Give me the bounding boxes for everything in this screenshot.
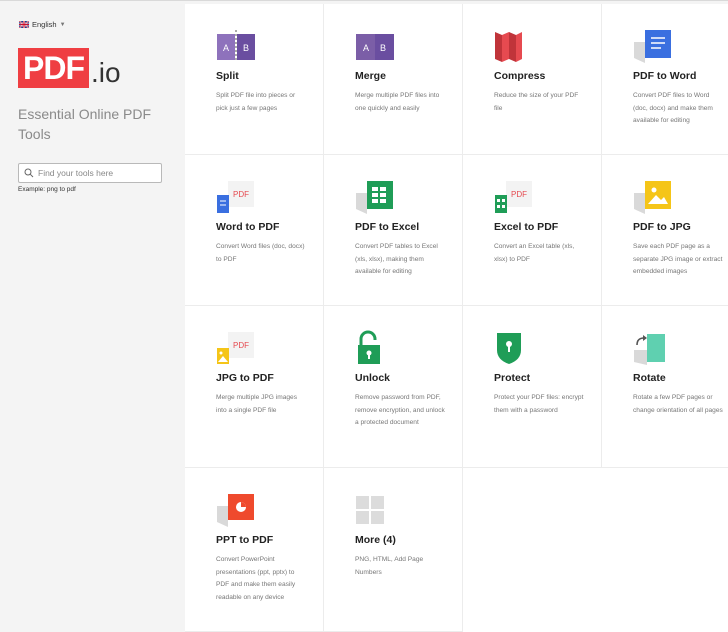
chevron-down-icon: ▼ bbox=[59, 21, 66, 28]
tool-merge[interactable]: A B Merge Merge multiple PDF files into … bbox=[324, 4, 463, 155]
search-input[interactable] bbox=[38, 168, 156, 178]
tool-jpg-to-pdf[interactable]: PDF JPG to PDF Merge multiple JPG images… bbox=[185, 306, 324, 468]
tool-name: Unlock bbox=[355, 372, 391, 384]
tool-name: PDF to Word bbox=[633, 70, 697, 82]
tool-name: Protect bbox=[494, 372, 531, 384]
tool-excel-to-pdf[interactable]: PDF Excel to PDF Convert an Excel table … bbox=[463, 155, 602, 306]
tool-split[interactable]: A B Split Split PDF file into pieces or … bbox=[185, 4, 324, 155]
rotate-icon bbox=[634, 334, 665, 365]
ppt-icon bbox=[217, 494, 254, 527]
example-link[interactable]: png to pdf bbox=[47, 186, 76, 193]
tool-desc: Convert PowerPoint presentations (ppt, p… bbox=[216, 556, 296, 601]
svg-text:PDF: PDF bbox=[233, 341, 249, 350]
tool-desc: Convert an Excel table (xls, xlsx) to PD… bbox=[494, 243, 575, 263]
tool-name: Split bbox=[216, 70, 239, 82]
tool-name: Rotate bbox=[633, 372, 666, 384]
tool-desc: PNG, HTML, Add Page Numbers bbox=[355, 556, 424, 576]
tool-pdf-to-word[interactable]: PDF to Word Convert PDF files to Word (d… bbox=[602, 4, 728, 155]
tool-desc: Convert Word files (doc, docx) to PDF bbox=[216, 243, 305, 263]
tool-name: Excel to PDF bbox=[494, 221, 559, 233]
search-icon bbox=[24, 168, 34, 178]
merge-icon: A B bbox=[356, 34, 394, 60]
tool-desc: Rotate a few PDF pages or change orienta… bbox=[633, 394, 723, 414]
svg-text:PDF: PDF bbox=[233, 190, 249, 199]
search-example: Example: png to pdf bbox=[18, 186, 76, 193]
svg-text:B: B bbox=[380, 43, 386, 53]
tool-rotate[interactable]: Rotate Rotate a few PDF pages or change … bbox=[602, 306, 728, 468]
tool-desc: Save each PDF page as a separate JPG ima… bbox=[633, 243, 723, 275]
logo-suffix: .io bbox=[91, 57, 121, 88]
sidebar: English ▼ PDF .io Essential Online PDF T… bbox=[0, 4, 185, 632]
tool-compress[interactable]: Compress Reduce the size of your PDF fil… bbox=[463, 4, 602, 155]
tagline: Essential Online PDF Tools bbox=[18, 106, 152, 142]
tools-grid: A B Split Split PDF file into pieces or … bbox=[185, 4, 728, 632]
example-prefix: Example: bbox=[18, 186, 46, 193]
tool-name: PPT to PDF bbox=[216, 534, 274, 546]
tool-protect[interactable]: Protect Protect your PDF files: encrypt … bbox=[463, 306, 602, 468]
split-icon: A B bbox=[217, 30, 255, 62]
tool-name: More (4) bbox=[355, 534, 396, 546]
tool-name: JPG to PDF bbox=[216, 372, 274, 384]
svg-text:B: B bbox=[243, 43, 249, 53]
tool-desc: Reduce the size of your PDF file bbox=[494, 92, 579, 112]
logo-box: PDF bbox=[18, 48, 89, 88]
svg-text:A: A bbox=[363, 43, 369, 53]
tool-pdf-to-excel[interactable]: PDF to Excel Convert PDF tables to Excel… bbox=[324, 155, 463, 306]
jpg-to-pdf-icon: PDF bbox=[217, 332, 254, 364]
tool-name: Compress bbox=[494, 70, 546, 82]
tool-desc: Remove password from PDF, remove encrypt… bbox=[355, 394, 445, 426]
tool-desc: Split PDF file into pieces or pick just … bbox=[216, 92, 296, 112]
language-label: English bbox=[32, 20, 57, 29]
word-doc-icon bbox=[634, 30, 671, 63]
svg-text:A: A bbox=[223, 43, 229, 53]
tool-name: PDF to JPG bbox=[633, 221, 691, 233]
tool-desc: Convert PDF files to Word (doc, docx) an… bbox=[633, 92, 713, 124]
tool-more[interactable]: More (4) PNG, HTML, Add Page Numbers bbox=[324, 468, 463, 632]
language-selector[interactable]: English ▼ bbox=[19, 20, 66, 29]
tool-desc: Convert PDF tables to Excel (xls, xlsx),… bbox=[355, 243, 438, 275]
tool-ppt-to-pdf[interactable]: PPT to PDF Convert PowerPoint presentati… bbox=[185, 468, 324, 632]
uk-flag-icon bbox=[19, 21, 29, 28]
tool-word-to-pdf[interactable]: PDF Word to PDF Convert Word files (doc,… bbox=[185, 155, 324, 306]
compress-icon bbox=[495, 32, 522, 62]
unlock-icon bbox=[358, 330, 380, 364]
tool-desc: Protect your PDF files: encrypt them wit… bbox=[494, 394, 584, 414]
tool-name: PDF to Excel bbox=[355, 221, 420, 233]
tool-desc: Merge multiple PDF files into one quickl… bbox=[355, 92, 440, 112]
more-grid-icon bbox=[356, 496, 384, 524]
svg-text:PDF: PDF bbox=[511, 190, 527, 199]
search-box[interactable] bbox=[18, 163, 162, 183]
tool-pdf-to-jpg[interactable]: PDF to JPG Save each PDF page as a separ… bbox=[602, 155, 728, 306]
tool-desc: Merge multiple JPG images into a single … bbox=[216, 394, 297, 414]
excel-to-pdf-icon: PDF bbox=[495, 181, 532, 213]
logo[interactable]: PDF .io bbox=[18, 48, 121, 88]
excel-sheet-icon bbox=[356, 181, 393, 214]
image-icon bbox=[634, 181, 671, 214]
tool-unlock[interactable]: Unlock Remove password from PDF, remove … bbox=[324, 306, 463, 468]
shield-lock-icon bbox=[497, 333, 521, 364]
tool-name: Merge bbox=[355, 70, 386, 82]
word-to-pdf-icon: PDF bbox=[217, 181, 254, 213]
tool-name: Word to PDF bbox=[216, 221, 280, 233]
